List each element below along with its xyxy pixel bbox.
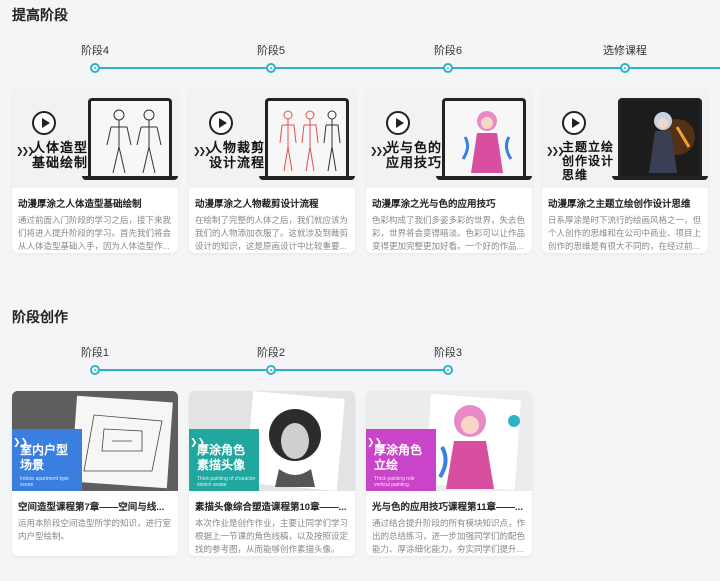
- play-icon[interactable]: [209, 111, 233, 135]
- card-title[interactable]: 素描头像综合塑造课程第10章——...: [189, 491, 355, 517]
- card-description: 通过前面入门阶段的学习之后，接下来我们将进入提升阶段的学习。首先我们将会从人体造…: [18, 215, 172, 251]
- stage-dot[interactable]: [90, 63, 100, 73]
- laptop-illustration: [618, 98, 702, 178]
- stage-dot[interactable]: [90, 365, 100, 375]
- stage-dot[interactable]: [443, 365, 453, 375]
- card-description: 日系厚涂是时下流行的绘画风格之一，但个人创作的思维和在公司中商业、项目上创作的思…: [548, 215, 702, 251]
- course-thumbnail: ❯❯❯ 人物裁剪 设计流程: [189, 88, 355, 188]
- section-title-advanced: 提高阶段: [12, 7, 68, 23]
- course-card[interactable]: ❯❯❯ 主题立绘 创作设计 思维 动漫厚涂之主题立绘创作设计思维 日系厚涂是时下…: [542, 88, 708, 253]
- stage-label[interactable]: 阶段1: [81, 344, 109, 360]
- laptop-base: [82, 176, 178, 180]
- course-card[interactable]: ❯❯❯ 人体造型 基础绘制 动漫厚涂之人体造型基础绘制 通过前面入门阶段的学习之…: [12, 88, 178, 253]
- card-title[interactable]: 动漫厚涂之人物裁剪设计流程: [189, 188, 355, 214]
- stage-dot[interactable]: [266, 365, 276, 375]
- chevron-right-icon: ❯❯❯: [546, 146, 565, 156]
- card-description: 色彩构成了我们多姿多彩的世界，失去色彩，世界将会变得暗淡。色彩可以让作品变得更加…: [372, 215, 526, 251]
- stage-dot[interactable]: [443, 63, 453, 73]
- card-description: 通过结合提升阶段的所有模块知识点，作出的总结练习，进一步加强同学们的配色能力、厚…: [372, 518, 526, 554]
- chevron-right-icon: ❯❯❯: [16, 146, 35, 156]
- course-thumbnail: ❯❯❯ 主题立绘 创作设计 思维: [542, 88, 708, 188]
- stage-label[interactable]: 阶段6: [434, 42, 462, 58]
- stage-label[interactable]: 阶段4: [81, 42, 109, 58]
- card-description: 本次作业是创作作业，主要让同学们学习根据上一节课的角色线稿，以及按照设定找的参考…: [195, 518, 349, 554]
- thumbnail-text: 光与色的 应用技巧: [386, 140, 443, 170]
- course-card[interactable]: ❯❯❯ 光与色的 应用技巧 动漫厚涂之光与色的应用技巧 色彩构成了我们多姿多彩的…: [366, 88, 532, 253]
- laptop-base: [436, 176, 532, 180]
- thumbnail-text: 主题立绘 创作设计 思维: [562, 140, 615, 182]
- card-description: 运用本阶段空间造型所学的知识，进行室内户型绘制。: [18, 518, 172, 541]
- laptop-base: [259, 176, 355, 180]
- thumbnail-subtext: Thick painting of character sketch avata…: [197, 476, 256, 488]
- stage-label[interactable]: 阶段3: [434, 344, 462, 360]
- card-title[interactable]: 空间造型课程第7章——空间与线...: [12, 491, 178, 517]
- play-icon[interactable]: [32, 111, 56, 135]
- laptop-illustration: [88, 98, 172, 178]
- project-card[interactable]: ❯❯ 室内户型 场景 Indoor apartment type scene 空…: [12, 391, 178, 556]
- thumbnail-subtext: Thick painting role vertical painting: [374, 476, 415, 488]
- chevron-right-icon: ❯❯❯: [193, 146, 212, 156]
- project-thumbnail: ❯❯ 厚涂角色 立绘 Thick painting role vertical …: [366, 391, 532, 491]
- stage-label[interactable]: 阶段2: [257, 344, 285, 360]
- stage-label[interactable]: 阶段5: [257, 42, 285, 58]
- laptop-illustration: [265, 98, 349, 178]
- thumbnail-text: 人体造型 基础绘制: [32, 140, 89, 170]
- card-description: 在绘制了完整的人体之后，我们就应该为我们的人物添加衣服了。这就涉及到裁剪设计的知…: [195, 215, 349, 251]
- section-title-creation: 阶段创作: [12, 309, 68, 325]
- stage-dot[interactable]: [620, 63, 630, 73]
- stage-label[interactable]: 选修课程: [603, 42, 647, 58]
- laptop-illustration: [442, 98, 526, 178]
- project-card[interactable]: ❯❯ 厚涂角色 立绘 Thick painting role vertical …: [366, 391, 532, 556]
- course-card[interactable]: ❯❯❯ 人物裁剪 设计流程 动漫厚涂之人物裁剪设计流程 在绘制了完整的人体之后，…: [189, 88, 355, 253]
- thumbnail-text: 人物裁剪 设计流程: [209, 140, 266, 170]
- thumbnail-text: 厚涂角色 素描头像: [197, 443, 246, 472]
- project-thumbnail: ❯❯ 厚涂角色 素描头像 Thick painting of character…: [189, 391, 355, 491]
- play-icon[interactable]: [386, 111, 410, 135]
- play-icon[interactable]: [562, 111, 586, 135]
- stage-dot[interactable]: [266, 63, 276, 73]
- thumbnail-text: 厚涂角色 立绘: [374, 443, 423, 472]
- thumbnail-subtext: Indoor apartment type scene: [20, 476, 69, 488]
- course-thumbnail: ❯❯❯ 人体造型 基础绘制: [12, 88, 178, 188]
- thumbnail-text: 室内户型 场景: [20, 443, 69, 472]
- card-title[interactable]: 光与色的应用技巧课程第11章——...: [366, 491, 532, 517]
- card-title[interactable]: 动漫厚涂之光与色的应用技巧: [366, 188, 532, 214]
- card-title[interactable]: 动漫厚涂之人体造型基础绘制: [12, 188, 178, 214]
- project-card[interactable]: ❯❯ 厚涂角色 素描头像 Thick painting of character…: [189, 391, 355, 556]
- project-thumbnail: ❯❯ 室内户型 场景 Indoor apartment type scene: [12, 391, 178, 491]
- laptop-base: [612, 176, 708, 180]
- course-thumbnail: ❯❯❯ 光与色的 应用技巧: [366, 88, 532, 188]
- chevron-right-icon: ❯❯❯: [370, 146, 389, 156]
- card-title[interactable]: 动漫厚涂之主题立绘创作设计思维: [542, 188, 708, 214]
